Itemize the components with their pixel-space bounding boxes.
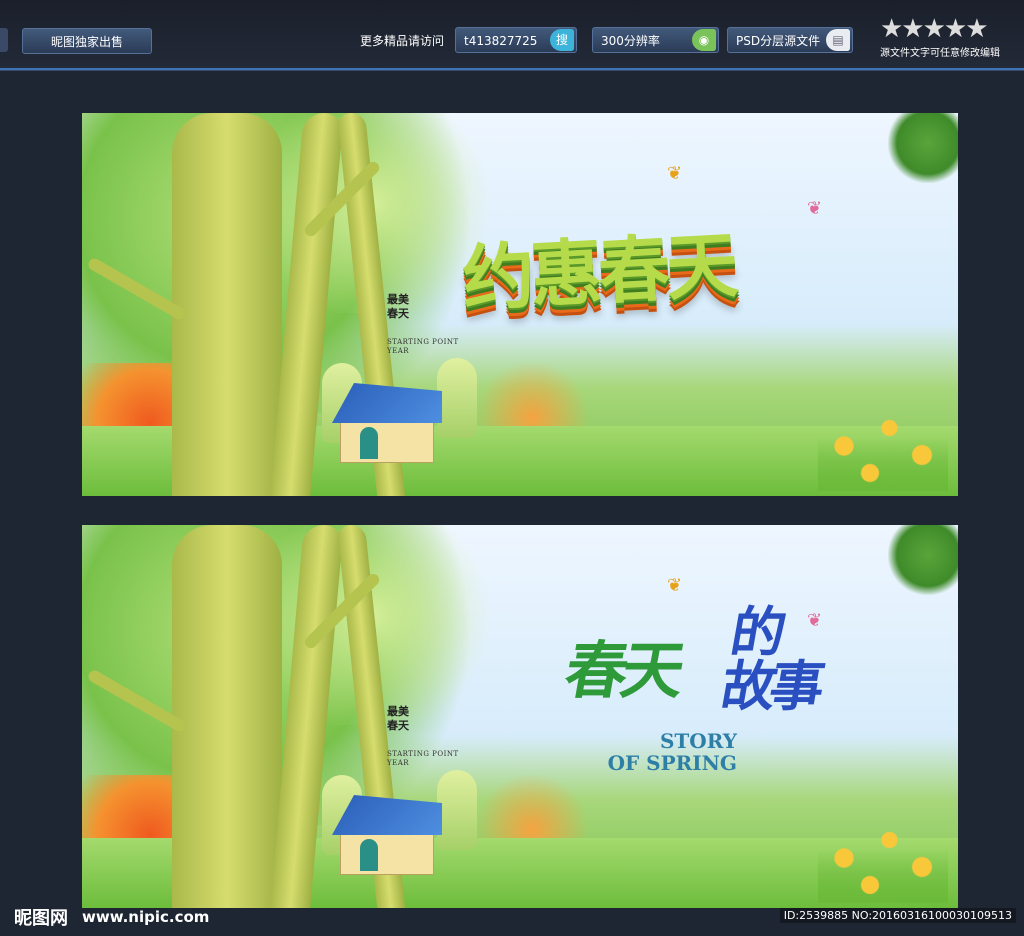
corner-tree bbox=[888, 525, 958, 595]
site-url[interactable]: www.nipic.com bbox=[82, 908, 209, 926]
rating-note: 源文件文字可任意修改编辑 bbox=[880, 48, 1000, 59]
banner-title-part1: 春天 bbox=[559, 634, 685, 707]
house-illustration bbox=[332, 795, 442, 875]
flowers bbox=[818, 401, 948, 491]
banner-preview-1: ❦ ❦ 最美 春天 STARTING POINT YEAR 约惠春天 bbox=[82, 113, 958, 496]
flowers bbox=[818, 813, 948, 903]
house-roof bbox=[332, 383, 442, 423]
tree-trunk bbox=[172, 525, 282, 908]
corner-tree bbox=[888, 113, 958, 183]
search-icon: 搜 bbox=[550, 29, 574, 51]
psd-source-text: PSD分层源文件 bbox=[736, 34, 821, 48]
banner-title: 约惠春天 bbox=[460, 221, 737, 322]
small-tree bbox=[437, 358, 477, 438]
butterfly-icon: ❦ bbox=[667, 163, 683, 184]
house-door bbox=[360, 839, 378, 871]
house-wall bbox=[340, 829, 434, 875]
rating-stars-icon: ★★★★★ bbox=[880, 14, 989, 44]
butterfly-icon: ❦ bbox=[807, 198, 823, 219]
banner-title-part2: 的 故事 bbox=[716, 600, 824, 718]
site-logo: 昵图网 bbox=[14, 908, 68, 929]
house-wall bbox=[340, 417, 434, 463]
butterfly-icon: ❦ bbox=[667, 575, 683, 596]
toolbar-divider bbox=[0, 68, 1024, 70]
psd-source-button[interactable]: PSD分层源文件 ▤ bbox=[727, 27, 853, 53]
banner-preview-2: ❦ ❦ 最美 春天 STARTING POINT YEAR 春天 的 故事 ST… bbox=[82, 525, 958, 908]
author-id-button[interactable]: t413827725 搜 bbox=[455, 27, 577, 53]
house-roof bbox=[332, 795, 442, 835]
banner-title-english: STORY OF SPRING bbox=[607, 729, 737, 775]
resolution-button[interactable]: 300分辨率 ◉ bbox=[592, 27, 719, 53]
resolution-text: 300分辨率 bbox=[601, 34, 660, 48]
author-id-text: t413827725 bbox=[464, 34, 538, 48]
slogan-english: STARTING POINT YEAR bbox=[387, 750, 459, 767]
vertical-slogan: 最美 春天 bbox=[387, 293, 409, 320]
visit-label: 更多精品请访问 bbox=[360, 34, 445, 48]
house-door bbox=[360, 427, 378, 459]
vertical-slogan: 最美 春天 bbox=[387, 705, 409, 732]
slogan-english: STARTING POINT YEAR bbox=[387, 338, 459, 355]
image-id: ID:2539885 NO:20160316100030109513 bbox=[779, 908, 1016, 923]
top-toolbar: 昵图独家出售 更多精品请访问 t413827725 搜 300分辨率 ◉ PSD… bbox=[0, 0, 1024, 71]
document-icon: ▤ bbox=[826, 29, 850, 51]
tree-trunk bbox=[172, 113, 282, 496]
exclusive-sale-button[interactable]: 昵图独家出售 bbox=[22, 28, 152, 54]
left-tab-handle[interactable] bbox=[0, 28, 8, 52]
small-tree bbox=[437, 770, 477, 850]
house-illustration bbox=[332, 383, 442, 463]
camera-icon: ◉ bbox=[692, 29, 716, 51]
